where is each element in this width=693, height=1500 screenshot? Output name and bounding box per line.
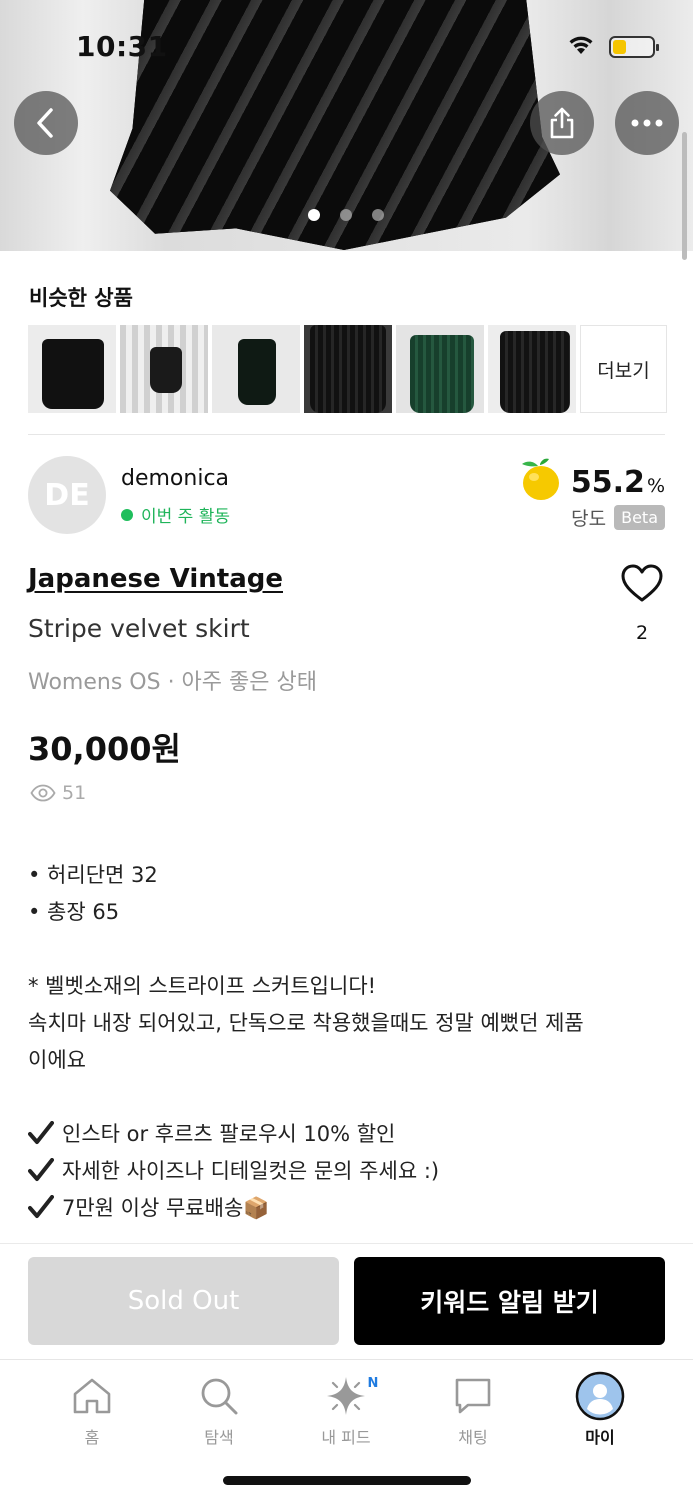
similar-product-thumbnail[interactable] [488, 325, 576, 413]
tab-my[interactable]: 마이 [550, 1370, 650, 1448]
status-icons [567, 34, 659, 60]
search-icon [201, 1378, 238, 1415]
beta-badge: Beta [614, 505, 665, 530]
eye-icon [30, 784, 56, 802]
checkmark-icon [28, 1158, 54, 1181]
sparkle-icon [327, 1377, 365, 1415]
similar-product-thumbnail[interactable] [28, 325, 116, 413]
home-indicator [223, 1476, 471, 1485]
tab-my-feed[interactable]: N 내 피드 [296, 1370, 396, 1448]
product-description: • 허리단면 32 • 총장 65 * 벨벳소재의 스트라이프 스커트입니다! … [28, 857, 668, 1227]
share-icon [550, 107, 574, 139]
keyword-alert-button[interactable]: 키워드 알림 받기 [354, 1257, 665, 1345]
thumbnail-image [150, 347, 182, 393]
thumbnail-image [410, 335, 474, 413]
chat-bubble-icon [455, 1378, 491, 1414]
seller-avatar[interactable]: DE [28, 456, 106, 534]
score-unit: % [646, 474, 665, 497]
tab-chat[interactable]: 채팅 [423, 1370, 523, 1448]
checkmark-icon [28, 1195, 54, 1218]
pager-dot[interactable] [308, 209, 320, 221]
seller-activity-status: 이번 주 활동 [121, 502, 230, 527]
more-options-button[interactable] [615, 91, 679, 155]
profile-avatar-icon [575, 1371, 625, 1421]
tab-label: 채팅 [458, 1428, 488, 1447]
active-dot-icon [121, 508, 133, 521]
score-label: 당도 [571, 508, 607, 530]
score-label-row: 당도 Beta [571, 504, 665, 531]
description-check-line: 7만원 이상 무료배송📦 [28, 1190, 668, 1227]
scrollbar[interactable] [682, 132, 687, 260]
product-price: 30,000원 [28, 730, 181, 768]
wifi-icon [567, 34, 595, 60]
tabbar-divider [0, 1359, 693, 1360]
more-horizontal-icon [631, 119, 663, 127]
tab-label: 마이 [585, 1428, 615, 1447]
seller-name[interactable]: demonica [121, 466, 229, 491]
brand-link[interactable]: Japanese Vintage [28, 564, 283, 594]
product-meta: Womens OS · 아주 좋은 상태 [28, 670, 317, 695]
similar-product-thumbnail[interactable] [212, 325, 300, 413]
new-badge: N [364, 1374, 382, 1392]
tab-label: 내 피드 [321, 1428, 371, 1447]
thumbnail-image [238, 339, 276, 405]
like-button[interactable] [620, 563, 664, 607]
sold-out-button: Sold Out [28, 1257, 339, 1345]
thumbnail-image [310, 325, 386, 413]
product-title: Stripe velvet skirt [28, 614, 250, 643]
thumbnail-image [500, 331, 570, 413]
like-count: 2 [636, 622, 649, 644]
seller-activity-label: 이번 주 활동 [141, 507, 231, 527]
chevron-left-icon [37, 108, 53, 138]
tab-label: 탐색 [204, 1428, 234, 1447]
home-icon [73, 1378, 111, 1414]
sweetness-score[interactable]: 55.2% [517, 458, 665, 506]
description-line: 이에요 [28, 1048, 86, 1072]
battery-icon [609, 36, 659, 58]
back-button[interactable] [14, 91, 78, 155]
description-line: • 허리단면 32 [28, 863, 158, 887]
description-check-line: 인스타 or 후르츠 팔로우시 10% 할인 [28, 1116, 668, 1153]
pager-dot[interactable] [372, 209, 384, 221]
pager-dot[interactable] [340, 209, 352, 221]
heart-icon [621, 564, 663, 602]
similar-product-thumbnail[interactable] [396, 325, 484, 413]
view-count-value: 51 [62, 782, 87, 804]
description-line: * 벨벳소재의 스트라이프 스커트입니다! [28, 974, 377, 998]
description-line: • 총장 65 [28, 900, 120, 924]
tab-home[interactable]: 홈 [42, 1370, 142, 1448]
section-divider [28, 434, 665, 435]
similar-more-button[interactable]: 더보기 [580, 325, 667, 413]
action-bar-divider [0, 1243, 693, 1244]
share-button[interactable] [530, 91, 594, 155]
score-value: 55.2 [570, 464, 645, 500]
checkmark-icon [28, 1121, 54, 1144]
status-time: 10:31 [76, 30, 168, 63]
similar-product-thumbnail[interactable] [304, 325, 392, 413]
tab-explore[interactable]: 탐색 [169, 1370, 269, 1448]
image-pager-dots [308, 209, 384, 221]
tab-label: 홈 [84, 1428, 100, 1447]
apple-icon [517, 458, 563, 506]
similar-product-thumbnail[interactable] [120, 325, 208, 413]
description-line: 속치마 내장 되어있고, 단독으로 착용했을때도 정말 예뻤던 제품 [28, 1011, 584, 1035]
view-count: 51 [30, 782, 86, 804]
similar-products-list: 더보기 [28, 325, 667, 413]
thumbnail-image [42, 339, 104, 409]
description-check-line: 자세한 사이즈나 디테일컷은 문의 주세요 :) [28, 1153, 668, 1190]
similar-products-title: 비슷한 상품 [29, 286, 133, 310]
